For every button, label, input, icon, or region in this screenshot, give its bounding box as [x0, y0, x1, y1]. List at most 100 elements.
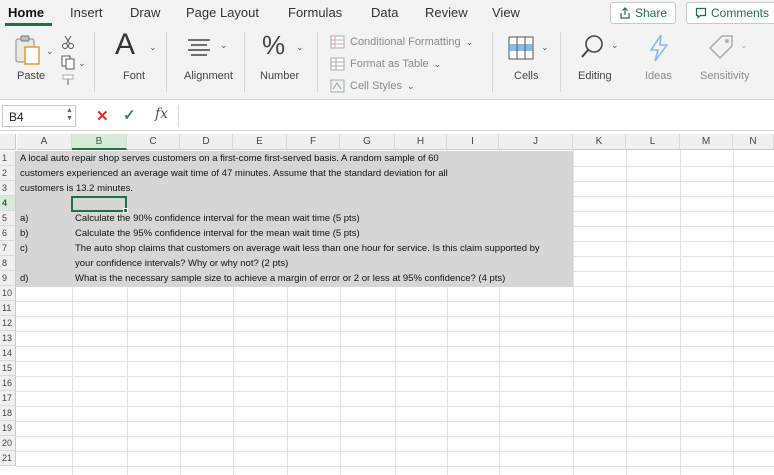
cell-a2[interactable]: customers experienced an average wait ti…: [20, 166, 448, 181]
font-label: Font: [123, 70, 146, 82]
row-header-12[interactable]: 12: [0, 316, 16, 331]
active-cell-b4[interactable]: [71, 196, 127, 212]
cut-icon[interactable]: [60, 34, 76, 50]
cell-a1[interactable]: A local auto repair shop serves customer…: [20, 151, 439, 166]
percent-glyph: %: [262, 30, 286, 60]
insert-function-icon[interactable]: fx: [155, 106, 168, 122]
copy-icon[interactable]: [60, 54, 76, 70]
format-painter-icon[interactable]: [62, 74, 76, 86]
cell-b6[interactable]: Calculate the 95% confidence interval fo…: [75, 226, 360, 241]
tab-data[interactable]: Data: [371, 5, 398, 20]
ideas-label: Ideas: [645, 70, 672, 82]
column-header-j[interactable]: J: [499, 134, 573, 150]
column-header-d[interactable]: D: [180, 134, 233, 150]
cell-a7[interactable]: c): [20, 241, 28, 256]
row-header-6[interactable]: 6: [0, 226, 16, 241]
cell-styles-icon: [330, 79, 345, 93]
number-format-button[interactable]: % ⌄: [262, 30, 304, 61]
name-box-value: B4: [9, 110, 24, 124]
tab-view[interactable]: View: [492, 5, 520, 20]
row-header-2[interactable]: 2: [0, 166, 16, 181]
tab-page-layout[interactable]: Page Layout: [186, 5, 259, 20]
cell-a5[interactable]: a): [20, 211, 28, 226]
column-header-a[interactable]: A: [17, 134, 72, 150]
editing-button[interactable]: ⌄: [580, 34, 619, 65]
column-header-h[interactable]: H: [395, 134, 447, 150]
row-header-17[interactable]: 17: [0, 391, 16, 406]
sensitivity-label: Sensitivity: [700, 70, 750, 82]
tab-draw[interactable]: Draw: [130, 5, 160, 20]
row-header-13[interactable]: 13: [0, 331, 16, 346]
row-header-20[interactable]: 20: [0, 436, 16, 451]
row-header-5[interactable]: 5: [0, 211, 16, 226]
spreadsheet-grid[interactable]: A B C D E F G H I J K L M N 1 2 3 4 5 6: [0, 134, 774, 475]
row-header-7[interactable]: 7: [0, 241, 16, 256]
row-header-19[interactable]: 19: [0, 421, 16, 436]
tab-insert[interactable]: Insert: [70, 5, 103, 20]
row-header-10[interactable]: 10: [0, 286, 16, 301]
row-header-8[interactable]: 8: [0, 256, 16, 271]
cells-button[interactable]: ⌄: [508, 36, 549, 65]
cancel-entry-icon[interactable]: ✕: [96, 107, 109, 125]
row-header-15[interactable]: 15: [0, 361, 16, 376]
alignment-label: Alignment: [184, 70, 233, 82]
row-header-21[interactable]: 21: [0, 451, 16, 466]
tab-home[interactable]: Home: [8, 5, 44, 20]
comments-button[interactable]: Comments: [686, 2, 774, 24]
ideas-button[interactable]: [648, 34, 670, 67]
cell-b5[interactable]: Calculate the 90% confidence interval fo…: [75, 211, 360, 226]
column-header-k[interactable]: K: [573, 134, 626, 150]
alignment-button[interactable]: ⌄: [186, 38, 228, 61]
column-header-g[interactable]: G: [340, 134, 395, 150]
row-header-1[interactable]: 1: [0, 151, 16, 166]
column-header-b[interactable]: B: [72, 134, 127, 150]
column-header-i[interactable]: I: [447, 134, 499, 150]
row-header-9[interactable]: 9: [0, 271, 16, 286]
row-header-14[interactable]: 14: [0, 346, 16, 361]
select-all-corner[interactable]: [0, 134, 16, 150]
paste-label: Paste: [17, 70, 46, 82]
ribbon-tabs: Home Insert Draw Page Layout Formulas Da…: [0, 0, 774, 26]
name-box-dropdown-icon[interactable]: ▲ ▼: [66, 107, 73, 123]
format-as-table-label: Format as Table: [350, 58, 429, 70]
cell-b7[interactable]: The auto shop claims that customers on a…: [75, 241, 540, 256]
column-header-e[interactable]: E: [233, 134, 287, 150]
cell-styles-button[interactable]: Cell Styles ⌄: [330, 79, 415, 93]
conditional-formatting-button[interactable]: Conditional Formatting ⌄: [330, 35, 473, 49]
confirm-entry-icon[interactable]: ✓: [123, 106, 136, 124]
tab-review[interactable]: Review: [425, 5, 468, 20]
font-button[interactable]: A ⌄: [115, 28, 157, 62]
column-header-l[interactable]: L: [626, 134, 680, 150]
column-header-f[interactable]: F: [287, 134, 340, 150]
format-as-table-button[interactable]: Format as Table ⌄: [330, 57, 441, 71]
cell-b9[interactable]: What is the necessary sample size to ach…: [75, 271, 505, 286]
font-glyph: A: [115, 28, 136, 61]
cells-label: Cells: [514, 70, 539, 82]
column-header-c[interactable]: C: [127, 134, 180, 150]
row-header-3[interactable]: 3: [0, 181, 16, 196]
cells-icon: [508, 36, 534, 60]
tab-formulas[interactable]: Formulas: [288, 5, 342, 20]
cell-a9[interactable]: d): [20, 271, 28, 286]
formula-bar: B4 ▲ ▼ ✕ ✓ fx: [0, 101, 774, 131]
row-header-4[interactable]: 4: [0, 196, 16, 211]
column-header-m[interactable]: M: [680, 134, 733, 150]
row-header-16[interactable]: 16: [0, 376, 16, 391]
cell-a3[interactable]: customers is 13.2 minutes.: [20, 181, 133, 196]
column-header-n[interactable]: N: [733, 134, 774, 150]
fill-handle[interactable]: [123, 208, 128, 213]
conditional-formatting-icon: [330, 35, 345, 49]
formula-input[interactable]: [182, 105, 770, 127]
editing-label: Editing: [578, 70, 612, 82]
cell-b8[interactable]: your confidence intervals? Why or why no…: [75, 256, 288, 271]
paste-button[interactable]: ⌄: [12, 34, 54, 71]
share-button[interactable]: Share: [610, 2, 676, 24]
comment-icon: [695, 7, 707, 19]
sensitivity-button[interactable]: ⌄: [708, 34, 748, 65]
comments-label: Comments: [711, 6, 770, 20]
share-label: Share: [634, 6, 668, 20]
row-header-18[interactable]: 18: [0, 406, 16, 421]
name-box[interactable]: B4: [2, 105, 76, 127]
cell-a6[interactable]: b): [20, 226, 28, 241]
row-header-11[interactable]: 11: [0, 301, 16, 316]
